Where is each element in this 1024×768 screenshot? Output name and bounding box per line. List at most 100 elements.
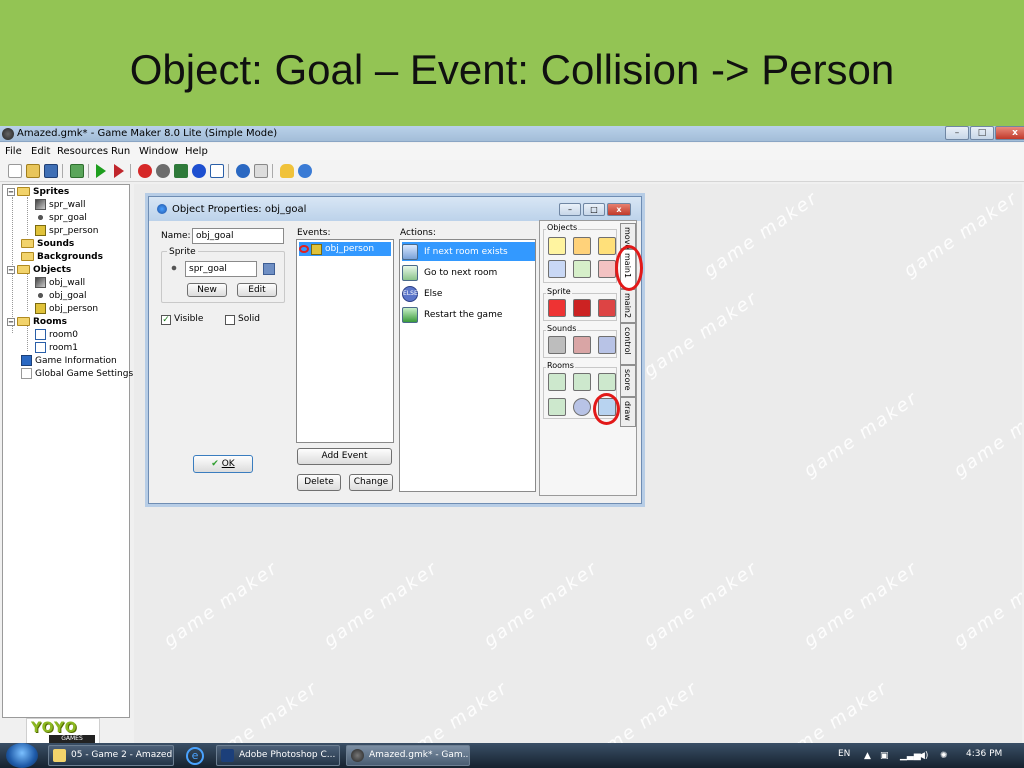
tree-folder-rooms[interactable]: − Rooms bbox=[7, 315, 67, 328]
global-settings-icon[interactable] bbox=[254, 164, 268, 178]
tree-item-obj-wall[interactable]: obj_wall bbox=[35, 276, 85, 289]
collapse-icon[interactable]: − bbox=[7, 317, 15, 326]
events-list[interactable]: obj_person bbox=[296, 239, 394, 443]
menu-help[interactable]: Help bbox=[185, 146, 208, 157]
check-sound-icon[interactable] bbox=[598, 336, 616, 354]
transform-sprite-icon[interactable] bbox=[573, 299, 591, 317]
dialog-close-button[interactable]: x bbox=[607, 203, 631, 216]
show-hidden-icons-icon[interactable]: ▲ bbox=[864, 751, 871, 761]
room-icon bbox=[35, 342, 46, 353]
add-room-icon[interactable] bbox=[210, 164, 224, 178]
tree-folder-sounds[interactable]: Sounds bbox=[21, 237, 74, 250]
new-file-icon[interactable] bbox=[8, 164, 22, 178]
menu-resources[interactable]: Resources bbox=[57, 146, 108, 157]
collapse-icon[interactable]: − bbox=[7, 187, 15, 196]
tree-item-spr-goal[interactable]: spr_goal bbox=[35, 211, 87, 224]
tree-item-global-game-settings[interactable]: Global Game Settings bbox=[21, 367, 133, 380]
window-titlebar[interactable]: Amazed.gmk* - Game Maker 8.0 Lite (Simpl… bbox=[0, 126, 1024, 142]
destroy-instance-icon[interactable] bbox=[598, 260, 616, 278]
tree-folder-sprites[interactable]: − Sprites bbox=[7, 185, 69, 198]
language-indicator[interactable]: EN bbox=[838, 749, 850, 759]
play-sound-icon[interactable] bbox=[548, 336, 566, 354]
color-sprite-icon[interactable] bbox=[598, 299, 616, 317]
window-title: Amazed.gmk* - Game Maker 8.0 Lite (Simpl… bbox=[17, 128, 278, 139]
create-instance-icon[interactable] bbox=[548, 237, 566, 255]
dialog-titlebar[interactable]: Object Properties: obj_goal – □ x bbox=[149, 197, 641, 221]
network-adapter-icon[interactable]: ▣ bbox=[880, 751, 889, 761]
add-sprite-icon[interactable] bbox=[138, 164, 152, 178]
check-previous-room-icon[interactable] bbox=[573, 398, 591, 416]
tree-item-spr-person[interactable]: spr_person bbox=[35, 224, 98, 237]
window-close-button[interactable]: x bbox=[995, 126, 1024, 140]
advanced-mode-icon[interactable] bbox=[280, 164, 294, 178]
visible-checkbox[interactable]: ✓ bbox=[161, 315, 171, 325]
event-collision-obj-person[interactable]: obj_person bbox=[299, 242, 391, 256]
task-game-maker[interactable]: Amazed.gmk* - Gam... bbox=[346, 745, 470, 766]
task-adobe-photoshop[interactable]: Adobe Photoshop C... bbox=[216, 745, 340, 766]
restart-room-icon[interactable] bbox=[598, 373, 616, 391]
change-event-button[interactable]: Change bbox=[349, 474, 393, 491]
tree-folder-backgrounds[interactable]: Backgrounds bbox=[21, 250, 103, 263]
open-folder-icon[interactable] bbox=[26, 164, 40, 178]
next-room-icon[interactable] bbox=[573, 373, 591, 391]
clock[interactable]: 4:36 PM bbox=[966, 749, 1002, 759]
game-info-icon[interactable] bbox=[236, 164, 250, 178]
dialog-maximize-button[interactable]: □ bbox=[583, 203, 605, 216]
help-icon[interactable] bbox=[298, 164, 312, 178]
different-room-icon[interactable] bbox=[548, 398, 566, 416]
jump-position-icon[interactable] bbox=[573, 260, 591, 278]
tray-app-icon[interactable]: ✺ bbox=[940, 751, 948, 761]
dialog-minimize-button[interactable]: – bbox=[559, 203, 581, 216]
tree-item-room0[interactable]: room0 bbox=[35, 328, 78, 341]
save-icon[interactable] bbox=[44, 164, 58, 178]
add-event-button[interactable]: Add Event bbox=[297, 448, 392, 465]
action-restart-game[interactable]: Restart the game bbox=[402, 305, 535, 324]
edit-sprite-button[interactable]: Edit bbox=[237, 283, 277, 297]
tree-item-obj-person[interactable]: obj_person bbox=[35, 302, 98, 315]
start-button[interactable] bbox=[6, 743, 38, 768]
internet-explorer-icon[interactable]: e bbox=[186, 747, 204, 765]
tab-main2[interactable]: main2 bbox=[620, 289, 636, 323]
action-go-to-next-room[interactable]: Go to next room bbox=[402, 263, 535, 282]
name-field[interactable]: obj_goal bbox=[192, 228, 284, 244]
tree-item-game-information[interactable]: Game Information bbox=[21, 354, 117, 367]
menu-window[interactable]: Window bbox=[139, 146, 178, 157]
action-if-next-room-exists[interactable]: If next room exists bbox=[402, 242, 535, 261]
window-maximize-button[interactable]: □ bbox=[970, 126, 994, 140]
task-folder-05-game-2[interactable]: 05 - Game 2 - Amazed bbox=[48, 745, 174, 766]
tab-draw[interactable]: draw bbox=[620, 397, 636, 427]
tree-item-room1[interactable]: room1 bbox=[35, 341, 78, 354]
menu-file[interactable]: File bbox=[5, 146, 22, 157]
sprite-menu-icon[interactable] bbox=[263, 263, 275, 275]
volume-icon[interactable]: ◀) bbox=[918, 751, 928, 761]
menu-run[interactable]: Run bbox=[111, 146, 130, 157]
stop-sound-icon[interactable] bbox=[573, 336, 591, 354]
create-random-icon[interactable] bbox=[548, 260, 566, 278]
collapse-icon[interactable]: − bbox=[7, 265, 15, 274]
debug-game-icon[interactable] bbox=[114, 164, 124, 178]
tree-item-obj-goal[interactable]: obj_goal bbox=[35, 289, 86, 302]
previous-room-icon[interactable] bbox=[548, 373, 566, 391]
tab-score[interactable]: score bbox=[620, 365, 636, 397]
ok-button[interactable]: ✔ OK bbox=[193, 455, 253, 473]
delete-event-button[interactable]: Delete bbox=[297, 474, 341, 491]
actions-list[interactable]: If next room exists Go to next room ELSE… bbox=[399, 239, 536, 492]
object-person-icon bbox=[35, 303, 46, 314]
window-minimize-button[interactable]: – bbox=[945, 126, 969, 140]
action-else[interactable]: ELSE Else bbox=[402, 284, 535, 303]
solid-checkbox[interactable] bbox=[225, 315, 235, 325]
add-object-icon[interactable] bbox=[192, 164, 206, 178]
new-sprite-button[interactable]: New bbox=[187, 283, 227, 297]
add-sound-icon[interactable] bbox=[156, 164, 170, 178]
tree-item-spr-wall[interactable]: spr_wall bbox=[35, 198, 85, 211]
change-sprite-icon[interactable] bbox=[548, 299, 566, 317]
change-instance-icon[interactable] bbox=[573, 237, 591, 255]
tree-folder-objects[interactable]: − Objects bbox=[7, 263, 71, 276]
menu-edit[interactable]: Edit bbox=[31, 146, 50, 157]
run-game-icon[interactable] bbox=[96, 164, 106, 178]
tab-control[interactable]: control bbox=[620, 323, 636, 365]
create-executable-icon[interactable] bbox=[70, 164, 84, 178]
sprite-field[interactable]: spr_goal bbox=[185, 261, 257, 277]
add-background-icon[interactable] bbox=[174, 164, 188, 178]
create-moving-icon[interactable] bbox=[598, 237, 616, 255]
